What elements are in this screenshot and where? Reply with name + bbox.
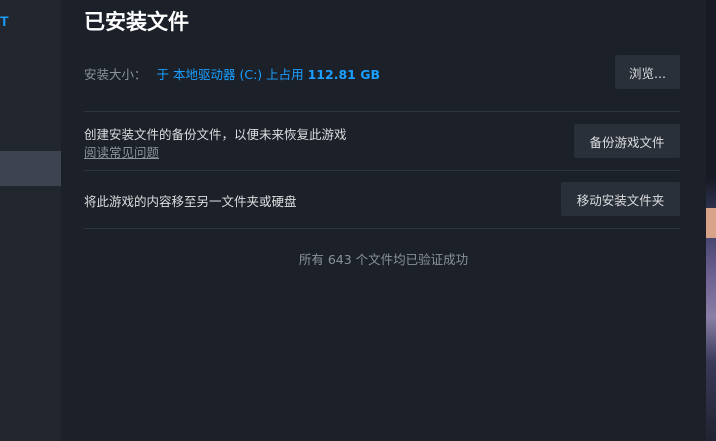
installed-files-panel: 已安装文件 安装大小： 于 本地驱动器 (C:) 上占用 112.81 GB 浏览… (61, 0, 706, 441)
sidebar: T (0, 0, 61, 441)
browse-button[interactable]: 浏览... (615, 55, 680, 89)
install-size-location: 于 本地驱动器 (C:) 上占用 (156, 67, 308, 82)
install-size-value: 于 本地驱动器 (C:) 上占用 112.81 GB (157, 67, 380, 82)
divider (84, 170, 680, 171)
move-description: 将此游戏的内容移至另一文件夹或硬盘 (84, 194, 297, 209)
install-size-label: 安装大小： (84, 67, 147, 82)
backup-game-files-button[interactable]: 备份游戏文件 (574, 124, 680, 158)
sidebar-cut-label: T (0, 13, 9, 29)
faq-link[interactable]: 阅读常见问题 (84, 142, 159, 161)
move-install-folder-button[interactable]: 移动安装文件夹 (561, 182, 680, 216)
install-size-row: 安装大小： 于 本地驱动器 (C:) 上占用 112.81 GB (84, 64, 380, 83)
sidebar-item-selected[interactable] (0, 151, 61, 186)
backup-description: 创建安装文件的备份文件，以便未来恢复此游戏 (84, 127, 347, 142)
verify-status: 所有 643 个文件均已验证成功 (298, 252, 469, 267)
page-title: 已安装文件 (84, 10, 189, 34)
background-artwork-detail (706, 208, 716, 238)
divider (84, 111, 680, 112)
divider (84, 228, 680, 229)
install-size-amount: 112.81 GB (307, 67, 380, 82)
background-artwork (706, 0, 716, 441)
